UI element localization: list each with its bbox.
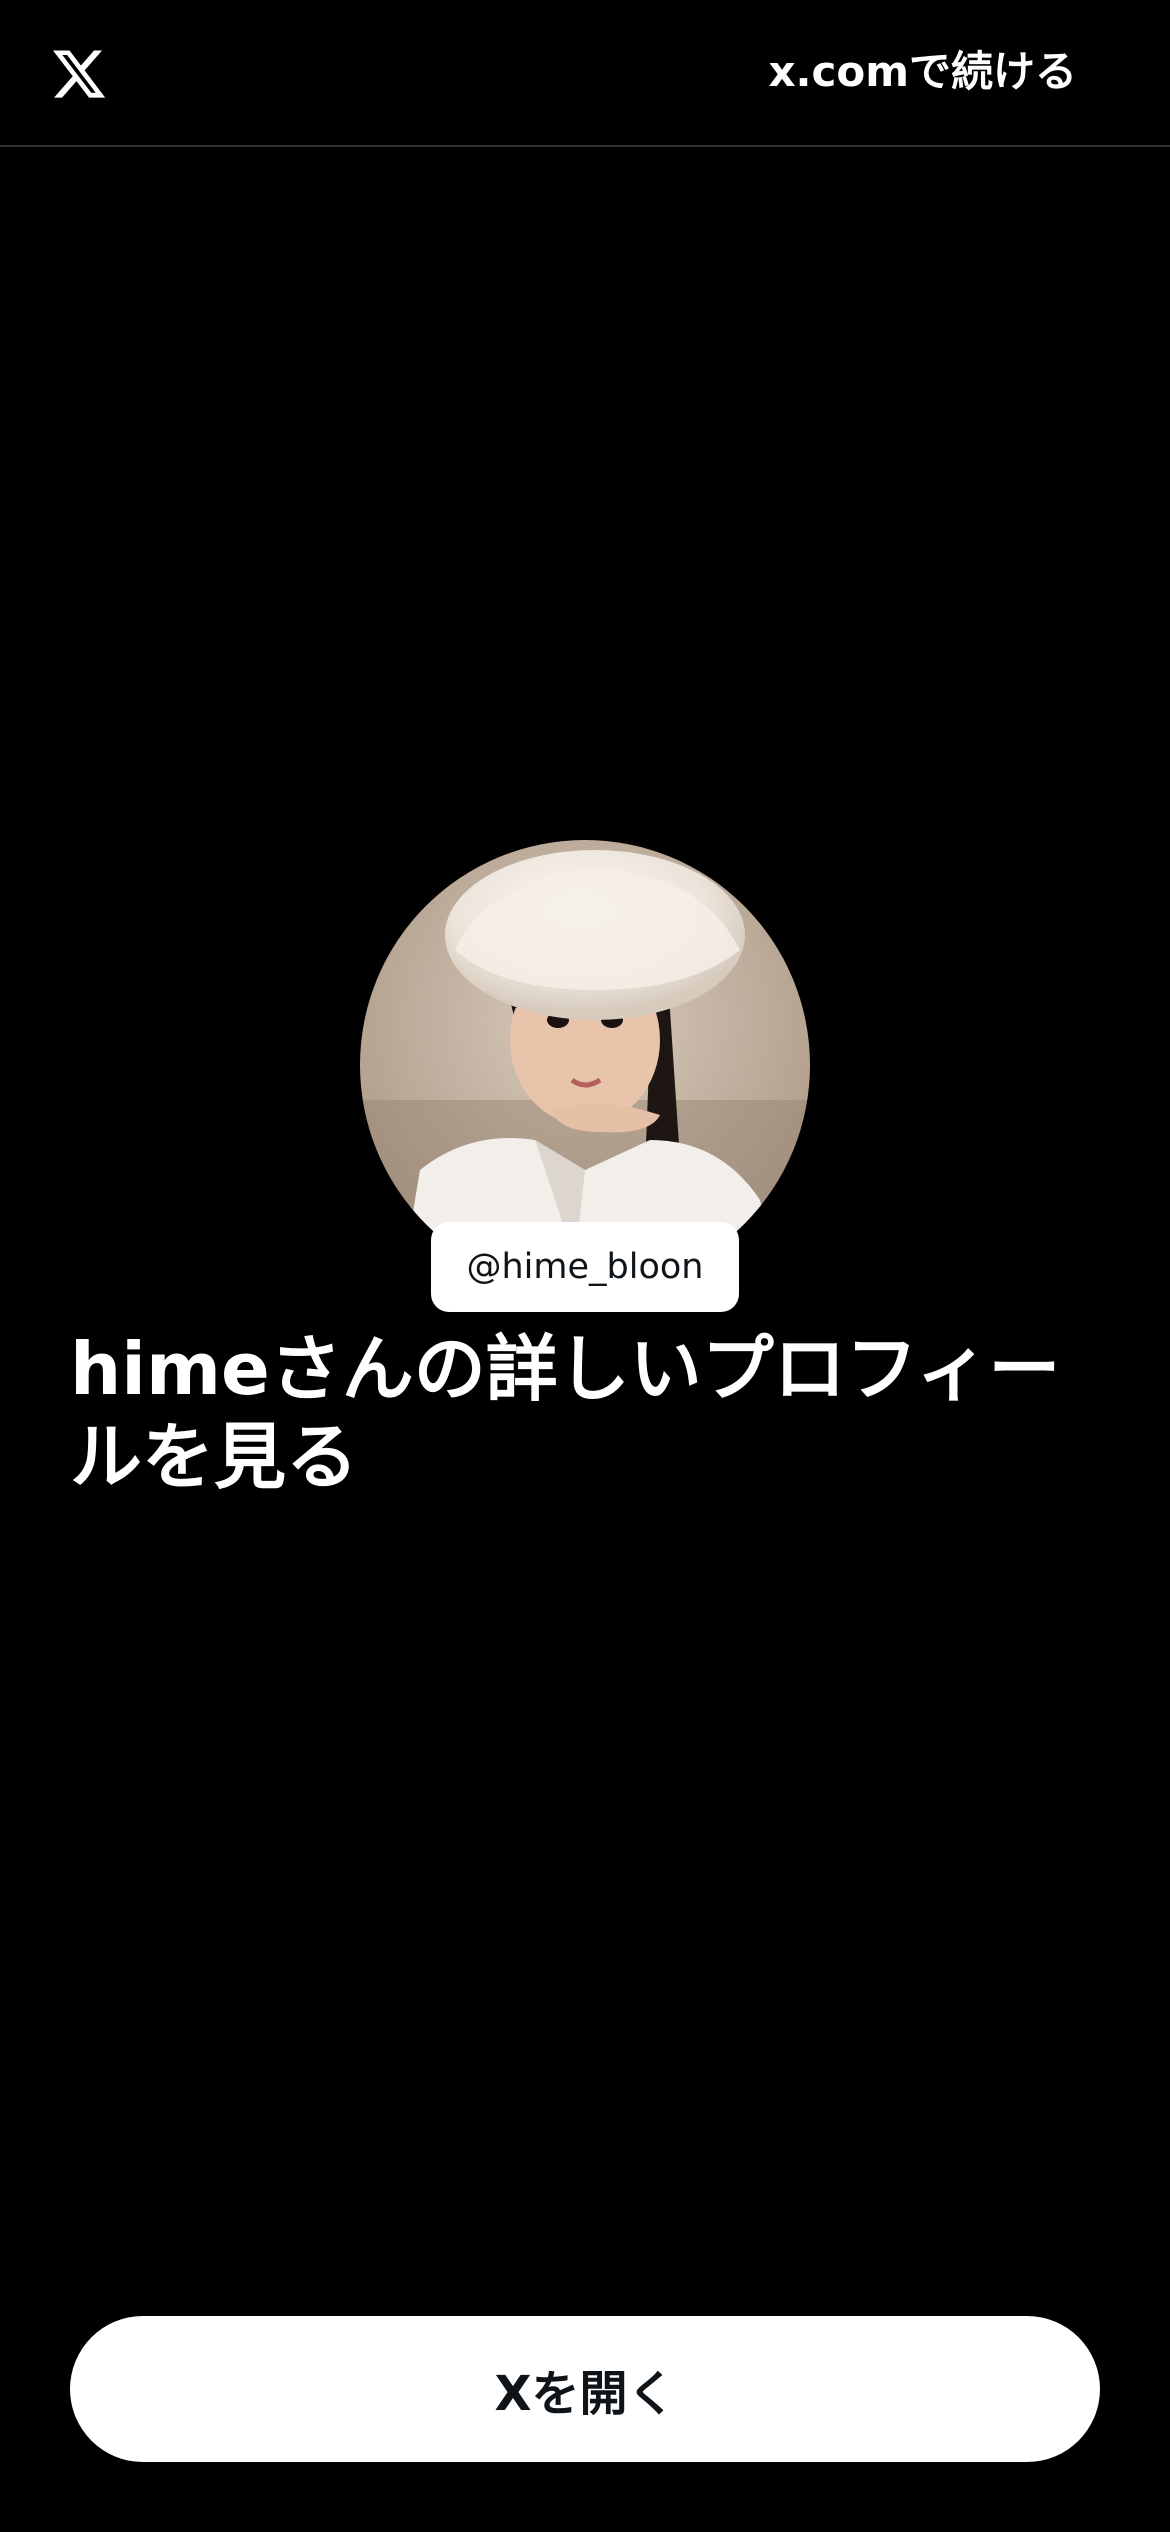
top-bar: x.comで続ける bbox=[0, 0, 1170, 147]
x-logo-icon[interactable] bbox=[50, 45, 108, 103]
profile-handle-text: @hime_bloon bbox=[466, 1247, 704, 1287]
profile-heading: himeさんの詳しいプロフィールを見る bbox=[70, 1327, 1061, 1499]
profile-handle-badge: @hime_bloon bbox=[431, 1222, 739, 1312]
open-x-app-button[interactable]: Xを開く bbox=[70, 2316, 1100, 2462]
continue-on-x-com-link[interactable]: x.comで続ける bbox=[768, 40, 1077, 104]
